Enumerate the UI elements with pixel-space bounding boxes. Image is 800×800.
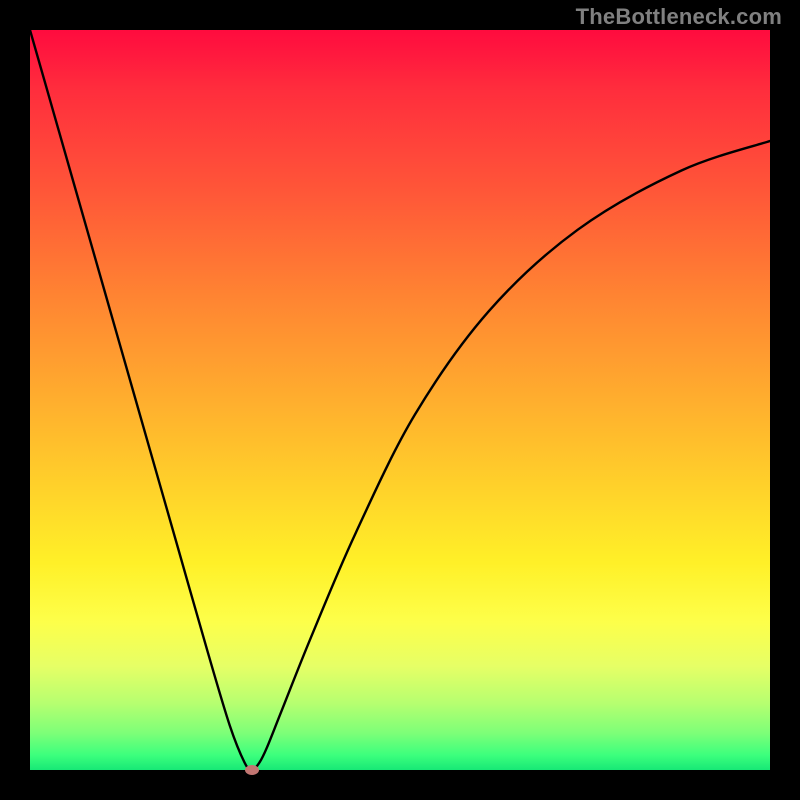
watermark-label: TheBottleneck.com xyxy=(576,4,782,30)
bottleneck-curve xyxy=(30,30,770,770)
plot-area xyxy=(30,30,770,770)
minimum-marker xyxy=(245,765,259,775)
chart-frame: TheBottleneck.com xyxy=(0,0,800,800)
